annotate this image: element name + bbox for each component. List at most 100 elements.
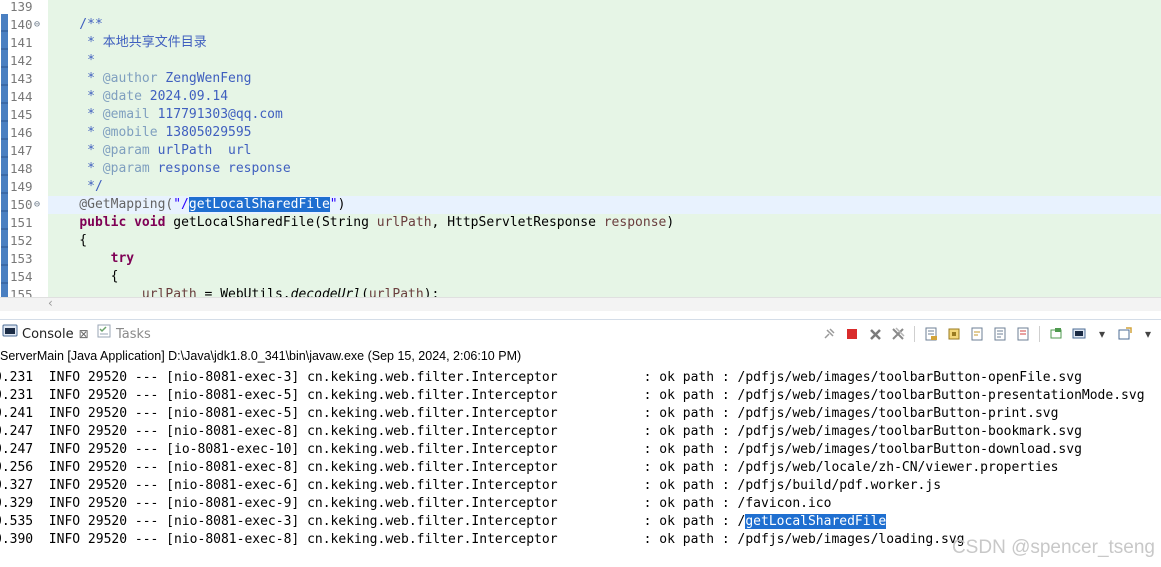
code-line[interactable]: {: [48, 232, 87, 250]
code-token: @mobile: [102, 125, 158, 140]
code-token: decodeUrl: [290, 287, 362, 297]
code-line[interactable]: * @param urlPath url: [48, 142, 252, 160]
pin-icon[interactable]: [1047, 325, 1065, 343]
code-line[interactable]: * 本地共享文件目录: [48, 34, 207, 52]
console-line-text: 0.256 INFO 29520 --- [nio-8081-exec-8] c…: [0, 460, 1059, 475]
line-number: 139: [10, 0, 33, 14]
display-selected-console-icon[interactable]: [1070, 325, 1088, 343]
code-line[interactable]: try: [48, 250, 134, 268]
console-line-text: 0.327 INFO 29520 --- [nio-8081-exec-6] c…: [0, 478, 942, 493]
tab-tasks[interactable]: Tasks: [96, 324, 151, 344]
code-token: @param: [102, 161, 150, 176]
remove-launch-icon[interactable]: [866, 325, 884, 343]
console-line: 0.535 INFO 29520 --- [nio-8081-exec-3] c…: [0, 513, 887, 531]
code-line[interactable]: * @date 2024.09.14: [48, 88, 228, 106]
line-number: 140: [10, 17, 33, 32]
clear-console-icon[interactable]: [922, 325, 940, 343]
selected-text: getLocalSharedFile: [188, 197, 330, 212]
code-token: @author: [102, 71, 158, 86]
scroll-left-arrow-icon[interactable]: ‹: [48, 296, 53, 310]
editor-horizontal-scrollbar[interactable]: ‹: [0, 296, 1161, 312]
console-line-text: 0.390 INFO 29520 --- [nio-8081-exec-8] c…: [0, 532, 965, 547]
close-icon[interactable]: ⊠: [79, 327, 89, 341]
code-line[interactable]: * @email 117791303@qq.com: [48, 106, 283, 124]
line-number: 141: [10, 35, 33, 50]
code-line[interactable]: * @param response response: [48, 160, 291, 178]
code-token: , HttpServletResponse: [431, 215, 604, 230]
console-line: 0.231 INFO 29520 --- [nio-8081-exec-5] c…: [0, 387, 1145, 405]
console-line: 0.231 INFO 29520 --- [nio-8081-exec-3] c…: [0, 369, 1082, 387]
word-wrap-icon[interactable]: [968, 325, 986, 343]
tab-console[interactable]: Console ⊠: [2, 324, 89, 344]
code-line[interactable]: public void getLocalSharedFile(String ur…: [48, 214, 674, 232]
line-number: 144: [10, 89, 33, 104]
code-token: *: [48, 161, 103, 176]
code-line[interactable]: /**: [48, 16, 103, 34]
code-token: urlPath: [141, 287, 197, 297]
code-token: ": [329, 197, 338, 212]
dropdown-arrow-icon[interactable]: ▾: [1093, 325, 1111, 343]
code-token: *: [48, 125, 103, 140]
console-line: 0.329 INFO 29520 --- [nio-8081-exec-9] c…: [0, 495, 831, 513]
code-editor[interactable]: /** * 本地共享文件目录 * * @author ZengWenFeng *…: [0, 0, 1161, 297]
console-line-text: 0.231 INFO 29520 --- [nio-8081-exec-3] c…: [0, 370, 1082, 385]
code-token: @email: [102, 107, 150, 122]
remove-all-launches-icon[interactable]: [889, 325, 907, 343]
show-on-error-icon[interactable]: [1014, 325, 1032, 343]
line-number: 149: [10, 179, 33, 194]
console-line-text: 0.535 INFO 29520 --- [nio-8081-exec-3] c…: [0, 514, 746, 529]
watermark: CSDN @spencer_tseng: [951, 537, 1155, 558]
launch-description: ServerMain [Java Application] D:\Java\jd…: [0, 349, 522, 363]
code-token: urlPath: [376, 215, 432, 230]
code-token: *: [48, 143, 103, 158]
code-token: 117791303@qq.com: [149, 107, 283, 122]
terminate-icon[interactable]: [843, 325, 861, 343]
code-token: public: [79, 215, 127, 230]
code-line[interactable]: * @author ZengWenFeng: [48, 70, 252, 88]
scroll-lock-icon[interactable]: [945, 325, 963, 343]
code-line[interactable]: *: [48, 52, 95, 70]
code-token: 13805029595: [157, 125, 252, 140]
tab-tasks-label: Tasks: [116, 327, 151, 342]
code-token: @GetMapping(: [48, 197, 174, 212]
code-line[interactable]: {: [48, 268, 119, 286]
code-token: @date: [102, 89, 142, 104]
console-line-text: 0.241 INFO 29520 --- [nio-8081-exec-5] c…: [0, 406, 1059, 421]
console-line: 0.256 INFO 29520 --- [nio-8081-exec-8] c…: [0, 459, 1058, 477]
toolbar-separator: [1039, 326, 1040, 342]
code-token: {: [48, 269, 119, 284]
code-line[interactable]: */: [48, 178, 103, 196]
fold-toggle-icon[interactable]: ⊖: [34, 196, 45, 214]
code-token: ZengWenFeng: [157, 71, 252, 86]
code-token: /**: [48, 17, 103, 32]
fold-toggle-icon[interactable]: ⊖: [34, 16, 45, 34]
tab-console-label: Console: [22, 327, 74, 342]
code-token: );: [423, 287, 440, 297]
code-line[interactable]: * @mobile 13805029595: [48, 124, 252, 142]
line-number: 145: [10, 107, 33, 122]
view-menu-icon[interactable]: ▾: [1139, 325, 1157, 343]
code-token: void: [134, 215, 166, 230]
code-token: try: [110, 251, 135, 266]
pin-console-icon[interactable]: [820, 325, 838, 343]
code-token: *: [48, 107, 103, 122]
line-number: 142: [10, 53, 33, 68]
line-number: 153: [10, 251, 33, 266]
code-token: *: [48, 71, 103, 86]
code-line[interactable]: urlPath = WebUtils.decodeUrl(urlPath);: [48, 286, 439, 297]
code-token: @param: [102, 143, 150, 158]
panel-separator[interactable]: [0, 311, 1161, 320]
overview-ruler: [0, 0, 10, 297]
show-on-output-icon[interactable]: [991, 325, 1009, 343]
code-token: response response: [149, 161, 291, 176]
console-line: 0.247 INFO 29520 --- [nio-8081-exec-8] c…: [0, 423, 1082, 441]
code-token: "/: [173, 197, 189, 212]
code-line[interactable]: @GetMapping("/getLocalSharedFile"): [48, 196, 345, 214]
console-icon: [2, 324, 18, 345]
code-token: urlPath url: [149, 143, 252, 158]
open-console-icon[interactable]: [1116, 325, 1134, 343]
line-number: 154: [10, 269, 33, 284]
